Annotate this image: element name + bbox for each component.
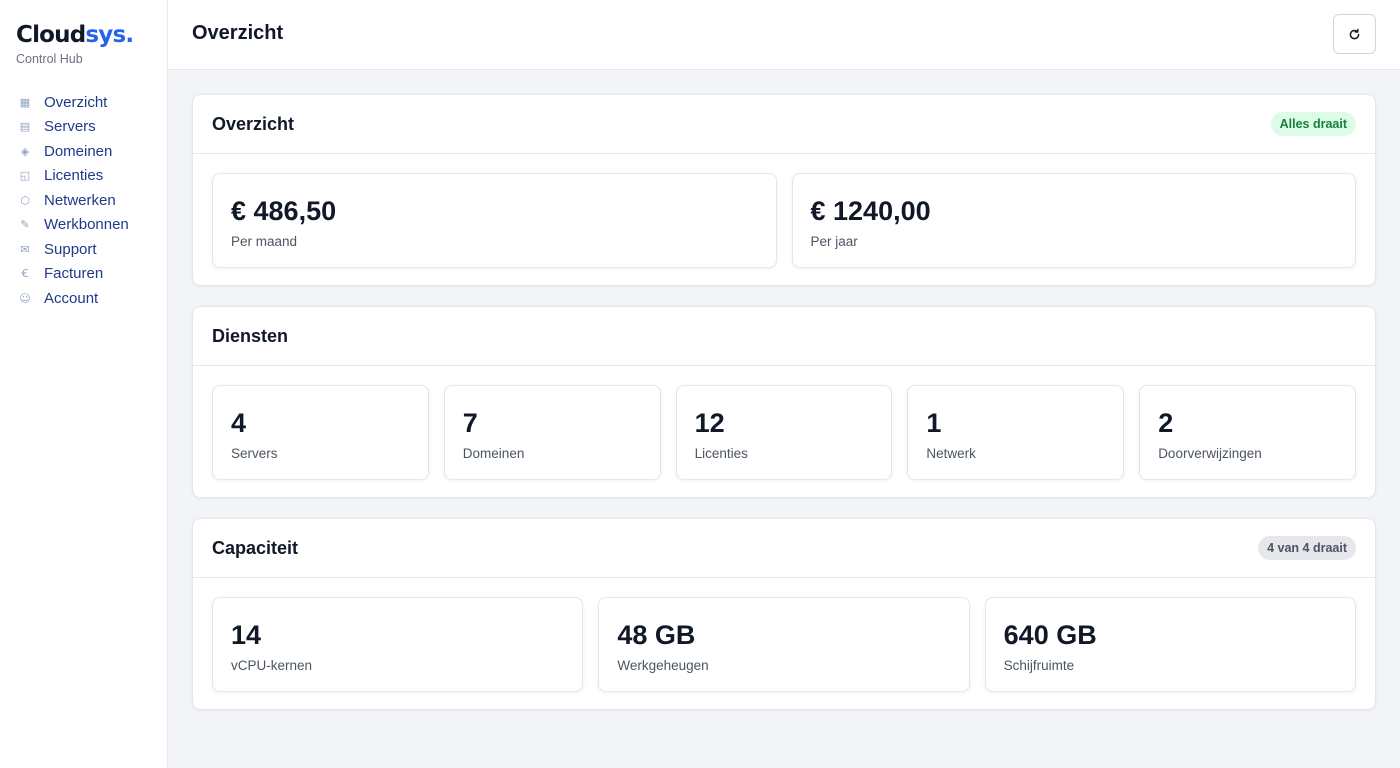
- sidebar-item-label: Werkbonnen: [44, 216, 129, 234]
- sidebar-item-label: Facturen: [44, 265, 104, 283]
- stat-value: 7: [462, 408, 478, 438]
- stat-row: 4 Servers 7 Domeinen 12 Licenties 1 Netw…: [212, 385, 1356, 480]
- brand-subtitle: Control Hub: [16, 52, 83, 66]
- sidebar-item-label: Domeinen: [44, 142, 113, 160]
- sidebar-item-label: Netwerken: [44, 191, 116, 209]
- sidebar-item-account[interactable]: ☺ Account: [0, 286, 167, 311]
- stat-card-servers[interactable]: 4 Servers: [212, 385, 429, 480]
- card-header: Overzicht Alles draait: [193, 95, 1375, 154]
- stat-card-domeinen[interactable]: 7 Domeinen: [443, 385, 661, 480]
- sidebar-item-servers[interactable]: ▤ Servers: [0, 115, 167, 140]
- stat-label: Per maand: [231, 234, 298, 249]
- stat-card-netwerk[interactable]: 1 Netwerk: [907, 385, 1125, 480]
- network-icon: ⬡: [20, 193, 30, 207]
- user-icon: ☺: [19, 291, 31, 305]
- stat-label: Werkgeheugen: [617, 658, 709, 673]
- stat-value: 2: [1158, 408, 1174, 438]
- stat-value: 1: [926, 408, 942, 438]
- sidebar-item-support[interactable]: ✉ Support: [0, 237, 167, 262]
- brand-logo[interactable]: Cloudsys. Control Hub: [16, 20, 134, 66]
- sidebar-item-label: Servers: [44, 118, 96, 136]
- stat-value: 14: [231, 620, 262, 650]
- sidebar-item-label: Account: [44, 289, 99, 307]
- stat-card-doorverwijzingen[interactable]: 2 Doorverwijzingen: [1139, 385, 1356, 480]
- grid-icon: ▦: [19, 95, 31, 109]
- stat-label: Netwerk: [926, 446, 976, 461]
- stat-label: Servers: [231, 446, 278, 461]
- mail-icon: ✉: [20, 242, 30, 256]
- sidebar-item-label: Support: [44, 240, 97, 258]
- services-card: Diensten 4 Servers 7 Domeinen 12 Licenti…: [192, 306, 1376, 498]
- sidebar-item-licenties[interactable]: ◱ Licenties: [0, 164, 167, 189]
- license-icon: ◱: [19, 169, 31, 183]
- brand-name-main: Cloud: [16, 22, 86, 48]
- refresh-icon: [1349, 28, 1360, 39]
- page-title: Overzicht: [192, 22, 284, 44]
- card-header: Diensten: [193, 307, 1375, 366]
- stat-card-werkgeheugen: 48 GB Werkgeheugen: [598, 597, 970, 692]
- sidebar-item-domeinen[interactable]: ◈ Domeinen: [0, 139, 167, 164]
- stat-label: vCPU-kernen: [231, 658, 313, 673]
- stat-card-per-jaar: € 1240,00 Per jaar: [791, 173, 1356, 268]
- server-icon: ▤: [19, 120, 31, 134]
- sidebar-item-overzicht[interactable]: ▦ Overzicht: [0, 90, 167, 115]
- brand-name-accent: sys.: [85, 22, 134, 48]
- sidebar-item-label: Licenties: [44, 167, 104, 185]
- stat-card-schijfruimte: 640 GB Schijfruimte: [984, 597, 1356, 692]
- sidebar: Cloudsys. Control Hub ▦ Overzicht ▤ Serv…: [0, 0, 168, 768]
- status-badge: 4 van 4 draait: [1258, 536, 1356, 560]
- status-badge: Alles draait: [1270, 112, 1356, 136]
- stat-label: Per jaar: [810, 234, 858, 249]
- stat-value: € 1240,00: [810, 196, 931, 226]
- stat-value: 12: [694, 408, 725, 438]
- brand-name: Cloudsys.: [16, 20, 134, 50]
- card-title: Diensten: [212, 326, 289, 346]
- wrench-icon: ✎: [20, 218, 30, 232]
- sidebar-nav: ▦ Overzicht ▤ Servers ◈ Domeinen ◱ Licen…: [0, 90, 167, 311]
- euro-icon: €: [21, 267, 29, 281]
- topbar: Overzicht: [168, 0, 1400, 70]
- stat-label: Doorverwijzingen: [1158, 446, 1262, 461]
- stat-card-licenties[interactable]: 12 Licenties: [675, 385, 893, 480]
- stat-value: € 486,50: [231, 196, 337, 226]
- stat-label: Domeinen: [462, 446, 525, 461]
- stat-card-vcpu: 14 vCPU-kernen: [212, 597, 584, 692]
- sidebar-item-label: Overzicht: [44, 93, 108, 111]
- card-title: Overzicht: [212, 114, 295, 134]
- sidebar-item-netwerken[interactable]: ⬡ Netwerken: [0, 188, 167, 213]
- stat-value: 48 GB: [617, 620, 696, 650]
- stat-label: Licenties: [694, 446, 748, 461]
- stat-row: € 486,50 Per maand € 1240,00 Per jaar: [212, 173, 1356, 268]
- capacity-card: Capaciteit 4 van 4 draait 14 vCPU-kernen…: [192, 518, 1376, 710]
- card-title: Capaciteit: [212, 538, 299, 558]
- overview-card: Overzicht Alles draait € 486,50 Per maan…: [192, 94, 1376, 286]
- sidebar-item-facturen[interactable]: € Facturen: [0, 262, 167, 287]
- refresh-button[interactable]: [1333, 14, 1376, 54]
- card-header: Capaciteit 4 van 4 draait: [193, 519, 1375, 578]
- diamond-icon: ◈: [20, 144, 30, 158]
- stat-value: 640 GB: [1003, 620, 1097, 650]
- stat-value: 4: [231, 408, 247, 438]
- stat-card-per-maand: € 486,50 Per maand: [212, 173, 777, 268]
- stat-label: Schijfruimte: [1003, 658, 1075, 673]
- sidebar-item-werkbonnen[interactable]: ✎ Werkbonnen: [0, 213, 167, 238]
- stat-row: 14 vCPU-kernen 48 GB Werkgeheugen 640 GB…: [212, 597, 1356, 692]
